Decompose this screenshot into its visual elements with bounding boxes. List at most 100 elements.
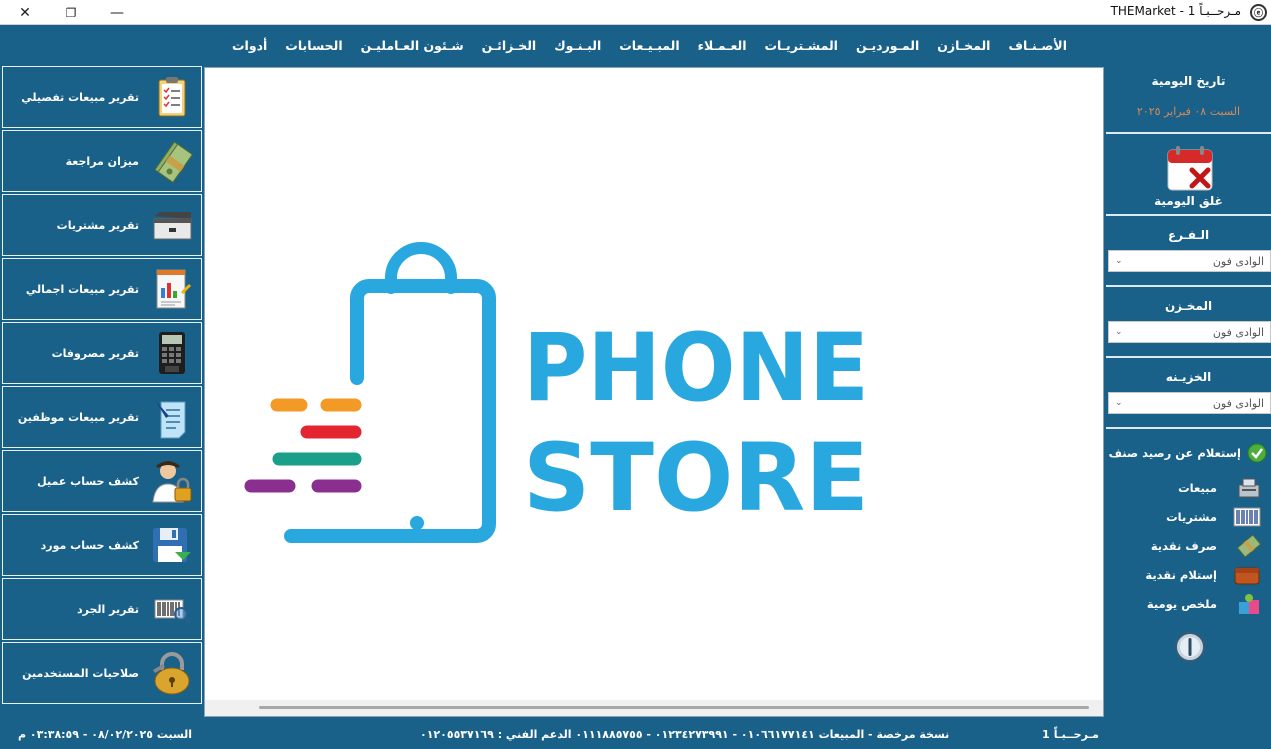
phone-body [284, 279, 496, 543]
treasury-label: الخزيـنه [1165, 370, 1212, 384]
app-icon: ⓔ [1250, 4, 1267, 21]
sales-button[interactable]: مبيعات [1111, 476, 1261, 500]
button-label: تقرير مبيعات تفصيلي [21, 90, 139, 104]
status-datetime: السبت ٠٨/٠٢/٢٠٢٥ - ٠٣:٣٨:٥٩ م [18, 728, 193, 741]
chevron-down-icon: ⌄ [1115, 327, 1123, 337]
purchases-report-button[interactable]: تقرير مشتريات [2, 194, 202, 256]
checklist-pen-icon [155, 400, 186, 439]
close-daily-label[interactable]: غلق اليومية [1106, 194, 1271, 208]
main-canvas: PHONE STORE [204, 67, 1104, 717]
action-label: إستلام نقدية [1145, 568, 1217, 582]
quick-actions-section: إستعلام عن رصيد صنف مبيعات مشتريات صرف ن… [1106, 427, 1271, 718]
clipboard-icon [158, 77, 186, 117]
chevron-down-icon: ⌄ [1115, 398, 1123, 408]
left-report-buttons: تقرير مبيعات تفصيلي ميزان مراجعة تقرير م… [2, 66, 202, 706]
supplier-statement-button[interactable]: كشف حساب مورد [2, 514, 202, 576]
cash-receipt-button[interactable]: إستلام نقدية [1111, 563, 1261, 587]
wallet-icon [1234, 567, 1260, 585]
store-value: الوادى فون [1212, 325, 1264, 339]
button-label: كشف حساب عميل [37, 474, 139, 488]
menu-accounts[interactable]: الحسابات [276, 38, 351, 53]
chevron-down-icon: ⌄ [1115, 256, 1123, 266]
menu-suppliers[interactable]: المـورديـن [847, 38, 928, 53]
treasury-select[interactable]: ⌄ الوادى فون [1108, 392, 1271, 414]
branch-label: الـفـرع [1167, 228, 1210, 242]
daily-section: تاريخ اليومية السبت ٠٨ فبراير ٢٠٢٥ [1106, 66, 1271, 132]
detailed-sales-report-button[interactable]: تقرير مبيعات تفصيلي [2, 66, 202, 128]
menu-treasuries[interactable]: الخـزائـن [473, 38, 546, 53]
button-label: صلاحيات المستخدمين [22, 666, 139, 680]
user-lock-icon [152, 461, 192, 503]
padlock-icon [153, 652, 190, 695]
customer-statement-button[interactable]: كشف حساب عميل [2, 450, 202, 512]
power-button[interactable] [1174, 631, 1206, 663]
expenses-report-button[interactable]: تقرير مصروفات [2, 322, 202, 384]
item-balance-inquiry-button[interactable]: إستعلام عن رصيد صنف [1107, 441, 1267, 465]
daily-date: السبت ٠٨ فبراير ٢٠٢٥ [1136, 105, 1241, 118]
report-chart-icon [156, 269, 191, 309]
action-label: مبيعات [1178, 481, 1217, 495]
store-label: المخـزن [1164, 299, 1213, 313]
button-label: ميزان مراجعة [65, 154, 139, 168]
status-bar: 1 مـرحــبـاً نسخة مرخصة - المبيعات ٠١٠٦٦… [0, 722, 1271, 749]
purchases-button[interactable]: مشتريات [1111, 505, 1261, 529]
logo-text-store: STORE [523, 424, 869, 533]
status-user: مـرحــبـاً [1053, 728, 1099, 741]
inventory-report-button[interactable]: تقرير الجرد [2, 578, 202, 640]
minimize-icon[interactable]: — [94, 0, 140, 25]
restore-icon[interactable]: ❐ [48, 0, 94, 25]
button-label: تقرير الجرد [76, 602, 139, 616]
action-label: صرف نقدية [1150, 539, 1217, 553]
trial-balance-button[interactable]: ميزان مراجعة [2, 130, 202, 192]
barcode-icon [1233, 507, 1261, 527]
close-daily-button[interactable] [1166, 144, 1214, 192]
button-label: تقرير مبيعات اجمالي [25, 282, 139, 296]
employee-sales-report-button[interactable]: تقرير مبيعات موظفين [2, 386, 202, 448]
menu-tools[interactable]: أدوات [223, 38, 276, 53]
store-select[interactable]: ⌄ الوادى فون [1108, 321, 1271, 343]
power-icon [1175, 632, 1205, 662]
treasury-value: الوادى فون [1212, 396, 1264, 410]
cash-register-icon [1238, 478, 1260, 498]
menu-sales[interactable]: المبـيـعات [610, 38, 688, 53]
cash-payment-button[interactable]: صرف نقدية [1111, 534, 1261, 558]
daily-title: تاريخ اليومية [1151, 74, 1226, 88]
status-user-number: 1 [1042, 728, 1050, 741]
total-sales-report-button[interactable]: تقرير مبيعات اجمالي [2, 258, 202, 320]
logo-text-phone: PHONE [523, 314, 869, 423]
menu-employees[interactable]: شـئون العـامليـن [352, 38, 473, 53]
button-label: كشف حساب مورد [40, 538, 139, 552]
money-stack-icon [154, 141, 193, 184]
menu-banks[interactable]: البـنـوك [545, 38, 610, 53]
horizontal-scrollbar[interactable] [205, 700, 1103, 716]
close-icon[interactable]: ✕ [2, 0, 48, 25]
menu-purchases[interactable]: المشـتريـات [756, 38, 847, 53]
close-daily-section: غلق اليومية [1106, 132, 1271, 214]
floppy-disk-icon [153, 528, 191, 562]
treasury-section: الخزيـنه ⌄ الوادى فون [1106, 356, 1271, 427]
check-circle-icon [1247, 443, 1267, 463]
phone-store-logo: PHONE STORE [244, 242, 869, 543]
menu-stores[interactable]: المخـازن [928, 38, 999, 53]
action-label: إستعلام عن رصيد صنف [1108, 446, 1241, 460]
branch-select[interactable]: ⌄ الوادى فون [1108, 250, 1271, 272]
calendar-close-icon [1167, 146, 1213, 191]
menu-customers[interactable]: العـمـلاء [689, 38, 756, 53]
title-bar: ✕ ❐ — THEMarket - مـرحــبـاً 1 ⓔ [0, 0, 1271, 25]
cash-drawer-icon [153, 212, 192, 240]
money-out-icon [1237, 535, 1261, 557]
calculator-icon [159, 332, 185, 374]
button-label: تقرير مبيعات موظفين [17, 410, 139, 424]
action-label: مشتريات [1166, 510, 1217, 524]
daily-summary-button[interactable]: ملخص يومية [1111, 592, 1261, 616]
store-section: المخـزن ⌄ الوادى فون [1106, 285, 1271, 356]
user-permissions-button[interactable]: صلاحيات المستخدمين [2, 642, 202, 704]
scrollbar-thumb[interactable] [259, 706, 1089, 709]
menu-bar: الأصـنـاف المخـازن المـورديـن المشـتريـا… [0, 26, 1271, 64]
summary-bags-icon [1239, 594, 1259, 614]
right-panel: تاريخ اليومية السبت ٠٨ فبراير ٢٠٢٥ غلق ا… [1106, 66, 1271, 718]
button-label: تقرير مصروفات [51, 346, 139, 360]
button-label: تقرير مشتريات [56, 218, 139, 232]
menu-items[interactable]: الأصـنـاف [999, 38, 1076, 53]
barcode-search-icon [154, 599, 192, 625]
